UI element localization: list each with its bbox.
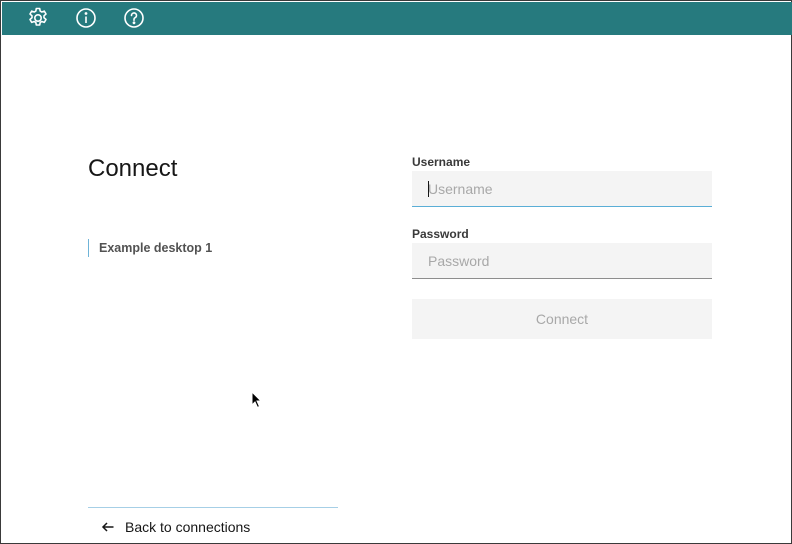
mouse-pointer-icon (251, 390, 263, 409)
top-toolbar (2, 2, 792, 35)
text-caret (428, 181, 429, 197)
username-label: Username (412, 155, 471, 169)
username-field[interactable] (412, 171, 712, 207)
help-icon[interactable] (122, 6, 146, 30)
gear-icon[interactable] (26, 6, 50, 30)
page-title: Connect (88, 155, 178, 182)
app-window: Connect Example desktop 1 Username Passw… (0, 0, 792, 544)
password-field[interactable] (412, 243, 712, 279)
footer-divider (88, 507, 338, 508)
back-link-label: Back to connections (125, 519, 251, 535)
arrow-left-icon (101, 520, 115, 534)
info-icon[interactable] (74, 6, 98, 30)
password-label: Password (412, 227, 469, 241)
connection-item-example-desktop-1[interactable]: Example desktop 1 (88, 239, 212, 257)
back-to-connections-link[interactable]: Back to connections (101, 517, 250, 537)
connect-button[interactable]: Connect (412, 299, 712, 339)
